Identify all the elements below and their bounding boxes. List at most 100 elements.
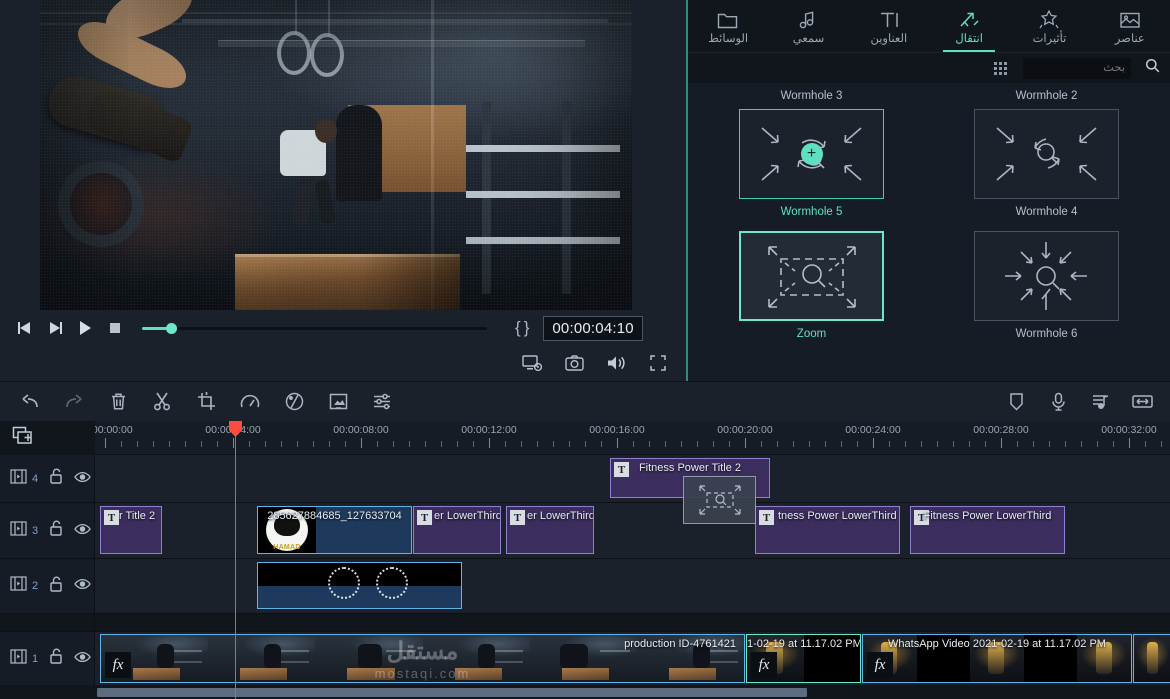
eye-visible-icon[interactable] (74, 470, 91, 488)
player-controls: { } 00:00:04:10 (0, 310, 688, 346)
play-button[interactable] (70, 313, 100, 343)
tab-transitions[interactable]: انتقال (929, 0, 1009, 52)
unlock-icon[interactable] (49, 648, 63, 669)
track-spacer (0, 614, 1170, 632)
timeline-clip[interactable]: Element Love 6 (257, 562, 462, 609)
stop-button[interactable] (100, 313, 130, 343)
mark-in-button[interactable]: { (515, 318, 521, 338)
ruler-minor-tick (185, 441, 186, 447)
tab-transitions-label: انتقال (955, 33, 983, 45)
transition-item-zoom[interactable]: Zoom (704, 231, 919, 347)
timeline-clip[interactable]: T r Title 2 (100, 506, 162, 554)
timeline-clip[interactable]: T tness Power LowerThird (755, 506, 900, 554)
crop-icon[interactable] (194, 390, 218, 414)
volume-slider-knob[interactable] (165, 322, 177, 334)
timeline-clip[interactable]: مستقل mostaqi.com fx production ID-47614… (100, 634, 745, 683)
ruler-minor-tick (1017, 441, 1018, 447)
timeline-clip[interactable]: HAMAD 285627884685_127633704 (257, 506, 412, 554)
trash-icon[interactable] (106, 390, 130, 414)
volume-slider[interactable] (142, 322, 487, 334)
unlock-icon[interactable] (49, 520, 63, 541)
search-field-wrapper[interactable] (1023, 57, 1131, 79)
ruler-minor-tick (761, 441, 762, 447)
tab-audio[interactable]: سمعي (768, 0, 848, 52)
timeline-clip[interactable]: fx WhatsApp Video 2021-02-19 at 11.17.02… (862, 634, 1132, 683)
preview-timecode[interactable]: 00:00:04:10 (543, 315, 643, 341)
pan-zoom-icon[interactable] (326, 390, 350, 414)
track-body-3[interactable]: T r Title 2 HAMAD 285627884685_127633704… (95, 503, 1170, 558)
ruler-minor-tick (121, 441, 122, 447)
ruler-minor-tick (985, 441, 986, 447)
tab-effects[interactable]: تأثيرات (1009, 0, 1089, 52)
marker-shield-icon[interactable] (1004, 390, 1028, 414)
transition-thumb-zoom[interactable] (739, 231, 884, 321)
timeline-clip[interactable] (1133, 634, 1170, 683)
redo-arrow-icon[interactable] (62, 390, 86, 414)
speedometer-icon[interactable] (238, 390, 262, 414)
unlock-icon[interactable] (49, 468, 63, 489)
title-clip-badge: T (914, 510, 929, 525)
unlock-icon[interactable] (49, 576, 63, 597)
ruler-minor-tick (505, 441, 506, 447)
volume-icon[interactable] (604, 351, 628, 375)
tab-elements[interactable]: عناصر (1090, 0, 1170, 52)
undo-arrow-icon[interactable] (18, 390, 42, 414)
ruler-minor-tick (969, 441, 970, 447)
ruler-major-tick (489, 438, 490, 448)
transition-thumb-wormhole-6[interactable] (974, 231, 1119, 321)
track-body-2[interactable]: Element Love 6 (95, 559, 1170, 613)
track-header-3: 3 (0, 503, 95, 558)
ruler-label: 00:00:32:00 (1101, 424, 1157, 436)
track-body-1[interactable]: مستقل mostaqi.com fx production ID-47614… (95, 632, 1170, 685)
add-track-icon[interactable] (12, 426, 34, 451)
clip-thumbnail (258, 563, 461, 599)
timeline-hscrollbar-thumb[interactable] (97, 688, 807, 697)
prev-frame-button[interactable] (10, 313, 40, 343)
palette-icon[interactable] (282, 390, 306, 414)
eye-visible-icon[interactable] (74, 577, 91, 595)
search-input[interactable] (1023, 57, 1131, 79)
timeline-clip[interactable]: fx 1-02-19 at 11.17.02 PM (746, 634, 861, 683)
ruler-minor-tick (201, 441, 202, 447)
mark-out-button[interactable]: } (524, 318, 530, 338)
ruler-major-tick (105, 438, 106, 448)
track-row: 4 T Fitness Power Title 2 (0, 455, 1170, 503)
track-header-2: 2 (0, 559, 95, 613)
tab-media[interactable]: الوسائط (688, 0, 768, 52)
next-frame-button[interactable] (40, 313, 70, 343)
add-transition-plus-icon[interactable]: + (800, 143, 823, 165)
video-preview[interactable] (40, 0, 632, 310)
eye-visible-icon[interactable] (74, 650, 91, 668)
search-icon[interactable] (1145, 58, 1160, 78)
ruler-major-tick (361, 438, 362, 448)
tab-titles[interactable]: العناوين (849, 0, 929, 52)
transition-thumb-wormhole-4[interactable] (974, 109, 1119, 199)
timeline-clip[interactable]: T er LowerThird (413, 506, 501, 554)
microphone-icon[interactable] (1046, 390, 1070, 414)
ruler-minor-tick (425, 441, 426, 447)
audio-note-icon[interactable] (1088, 390, 1112, 414)
scissors-icon[interactable] (150, 390, 174, 414)
timeline-hscrollbar[interactable] (95, 686, 1170, 699)
sliders-icon[interactable] (370, 390, 394, 414)
snapshot-camera-icon[interactable] (562, 351, 586, 375)
transition-item-wormhole-5[interactable]: + Wormhole 5 (704, 109, 919, 225)
fullscreen-icon[interactable] (646, 351, 670, 375)
fit-horizontal-icon[interactable] (1130, 390, 1154, 414)
ruler-minor-tick (345, 441, 346, 447)
render-preview-icon[interactable] (520, 351, 544, 375)
transition-item-wormhole-6[interactable]: Wormhole 6 (939, 231, 1154, 347)
timeline-clip[interactable]: T er LowerThird (506, 506, 594, 554)
drag-ghost-zoom-transition (683, 476, 756, 524)
track-film-icon (10, 520, 27, 541)
ruler-minor-tick (681, 441, 682, 447)
track-body-4[interactable]: T Fitness Power Title 2 (95, 455, 1170, 502)
ruler-minor-tick (921, 441, 922, 447)
eye-visible-icon[interactable] (74, 522, 91, 540)
timeline-ruler[interactable]: 00:00:00:00 00:00:04:00 00:00:08:00 00:00:1… (95, 421, 1170, 455)
transition-item-wormhole-4[interactable]: Wormhole 4 (939, 109, 1154, 225)
grid-view-icon[interactable] (994, 61, 1007, 75)
transition-thumb-wormhole-5[interactable]: + (739, 109, 884, 199)
timeline-clip[interactable]: T Fitness Power LowerThird (910, 506, 1065, 554)
ruler-minor-tick (825, 441, 826, 447)
